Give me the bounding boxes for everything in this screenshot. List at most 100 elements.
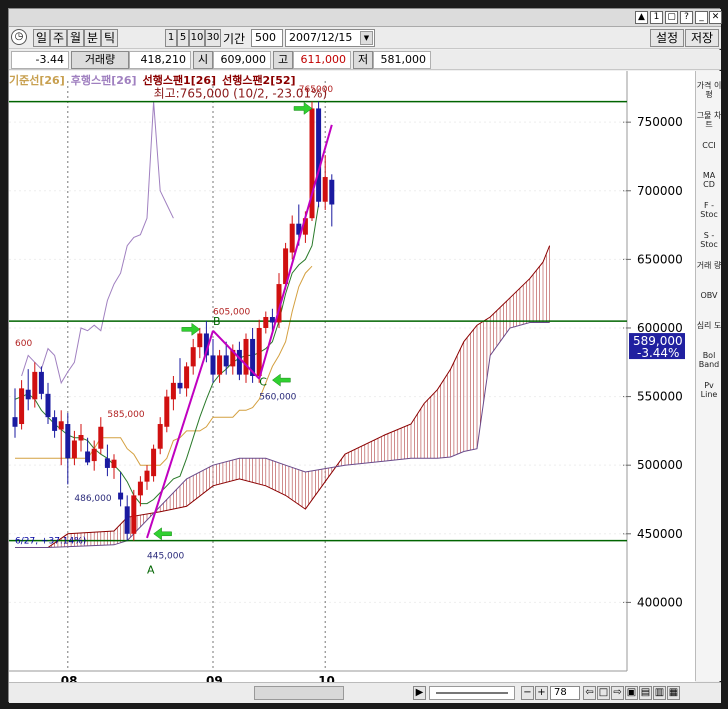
volume-value: 418,210 [129, 51, 191, 69]
indicator-button-10[interactable]: Pv Line [696, 381, 722, 399]
candle-body [210, 355, 216, 375]
settings-button[interactable]: 설정 [650, 29, 684, 47]
candle-body [137, 481, 143, 496]
candle-body [322, 177, 328, 202]
candle-body [329, 179, 335, 205]
change-value: -3.44 [11, 51, 69, 69]
candle-body [177, 382, 183, 389]
move-up-icon[interactable]: ▲ [635, 11, 648, 24]
title-bar: ▲ 1 ▢ ? _ ✕ [9, 9, 722, 27]
export-icon[interactable]: ▣ [625, 686, 638, 700]
chart-annotation: 486,000 [74, 494, 111, 504]
indicator-button-4[interactable]: F - Stoc [696, 201, 722, 219]
chart-annotation: C [259, 376, 267, 389]
candle-body [256, 327, 262, 376]
legend-item-1: 후행스팬[26] [70, 74, 137, 87]
play-icon[interactable]: ▶ [413, 686, 426, 700]
y-tick-label: 700000 [637, 184, 683, 198]
chart-annotation: 585,000 [107, 410, 144, 420]
candle-body [124, 506, 130, 534]
candle-body [111, 459, 117, 468]
stop-icon[interactable]: □ [597, 686, 610, 700]
grid-icon[interactable]: ▦ [667, 686, 680, 700]
period-minute-button[interactable]: 분 [84, 29, 101, 47]
indicator-button-7[interactable]: OBV [696, 291, 722, 300]
interval-10-button[interactable]: 10 [189, 29, 205, 47]
restore-icon[interactable]: ▢ [665, 11, 678, 24]
indicator-button-6[interactable]: 거래 량 [696, 261, 722, 270]
next-icon[interactable]: ⇨ [611, 686, 624, 700]
candle-body [197, 333, 203, 348]
save-button[interactable]: 저장 [685, 29, 719, 47]
close-icon[interactable]: ✕ [709, 11, 722, 24]
interval-5-button[interactable]: 5 [177, 29, 189, 47]
period-tick-button[interactable]: 틱 [101, 29, 118, 47]
indicator-button-1[interactable]: 그물 차트 [696, 111, 722, 129]
candle-body [104, 458, 110, 468]
horizontal-scrollbar[interactable] [254, 686, 344, 700]
zoom-slider[interactable] [429, 686, 515, 700]
date-select[interactable]: 2007/12/15 ▼ [285, 29, 375, 47]
candle-body [184, 366, 190, 389]
period-month-button[interactable]: 월 [67, 29, 84, 47]
low-label: 저 [353, 51, 373, 69]
zoom-in-icon[interactable]: + [535, 686, 548, 700]
candle-body [217, 355, 223, 375]
save-icon[interactable]: ▥ [653, 686, 666, 700]
candle-body [32, 371, 38, 400]
chart-annotation: 445,000 [147, 551, 184, 561]
period-week-button[interactable]: 주 [50, 29, 67, 47]
x-tick-label: 10 [318, 674, 335, 682]
x-tick-label: 08 [61, 674, 78, 682]
prev-icon[interactable]: ⇦ [583, 686, 596, 700]
indicator-button-2[interactable]: CCI [696, 141, 722, 150]
print-icon[interactable]: ▤ [639, 686, 652, 700]
candle-body [98, 426, 104, 449]
candle-body [85, 451, 91, 463]
period-label: 기간 [223, 32, 246, 46]
y-tick-label: 400000 [637, 595, 683, 609]
legend-item-2: 선행스팬1[26] [142, 74, 217, 87]
candle-body [45, 393, 51, 418]
candle-body [236, 349, 242, 375]
candle-body [118, 492, 124, 500]
volume-label: 거래량 [71, 51, 129, 69]
candle-body [131, 495, 137, 534]
chart-annotation: B [213, 315, 221, 328]
legend-item-3: 선행스팬2[52] [222, 74, 296, 87]
interval-30-button[interactable]: 30 [205, 29, 221, 47]
toolbar-period: ◷ 일 주 월 분 틱 1 5 10 30 기간 500 2007/12/15 … [9, 27, 721, 49]
candle-body [12, 417, 18, 427]
candle-body [91, 448, 97, 462]
chevron-down-icon[interactable]: ▼ [360, 31, 373, 45]
minimize-icon[interactable]: _ [695, 11, 708, 24]
clock-icon[interactable]: ◷ [11, 29, 27, 45]
y-tick-label: 500000 [637, 458, 683, 472]
legend-item-0: 기준선[26] [9, 74, 65, 87]
interval-1-button[interactable]: 1 [165, 29, 177, 47]
zoom-input[interactable]: 78 [550, 686, 580, 700]
zoom-out-icon[interactable]: − [521, 686, 534, 700]
candle-body [144, 470, 150, 482]
period-count-input[interactable]: 500 [251, 29, 283, 47]
candle-body [170, 382, 176, 400]
one-icon[interactable]: 1 [650, 11, 663, 24]
candle-body [316, 108, 322, 202]
candle-body [151, 448, 157, 477]
y-tick-label: 650000 [637, 252, 683, 266]
period-day-button[interactable]: 일 [33, 29, 50, 47]
candle-body [58, 421, 64, 430]
chart-annotation: 600 [15, 339, 32, 349]
indicator-button-0[interactable]: 가격 이평 [696, 81, 722, 99]
ichimoku-chart[interactable]: 400000 450000 500000 550000 600000 650000 7000… [9, 71, 695, 682]
indicator-button-9[interactable]: Bol Band [696, 351, 722, 369]
date-value: 2007/12/15 [289, 31, 353, 44]
indicator-button-8[interactable]: 심리 도 [696, 321, 722, 330]
candle-body [223, 355, 229, 367]
indicator-button-5[interactable]: S - Stoc [696, 231, 722, 249]
indicator-button-3[interactable]: MA CD [696, 171, 722, 189]
open-value: 609,000 [213, 51, 271, 69]
help-icon[interactable]: ? [680, 11, 693, 24]
candle-body [78, 435, 84, 441]
candle-body [243, 338, 249, 375]
